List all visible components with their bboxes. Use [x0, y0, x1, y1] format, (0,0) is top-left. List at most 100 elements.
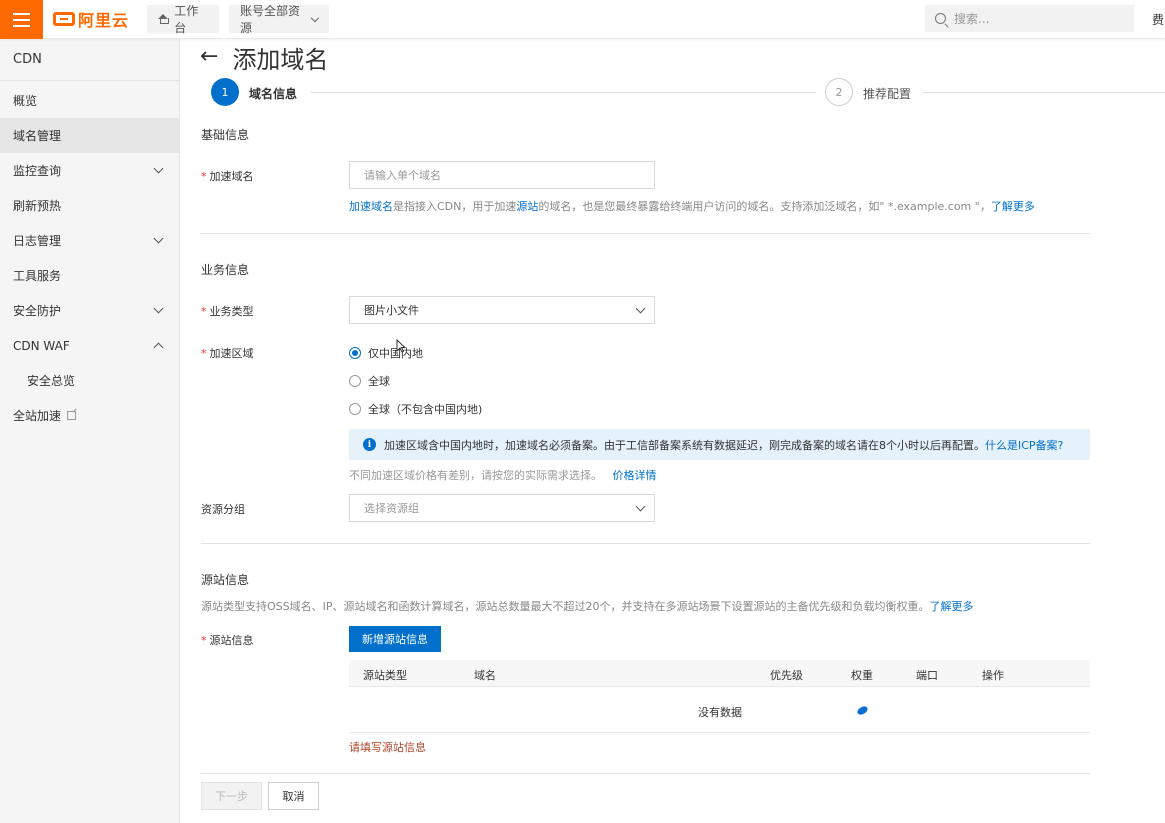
mouse-cursor-icon [396, 339, 406, 353]
chevron-down-icon [153, 233, 164, 244]
divider [201, 543, 1090, 544]
chevron-down-icon [153, 303, 164, 314]
col-priority: 优先级 [770, 669, 803, 682]
col-weight: 权重 [851, 669, 873, 682]
empty-text: 没有数据 [698, 706, 742, 719]
chevron-down-icon [311, 13, 320, 22]
domain-input[interactable]: 请输入单个域名 [349, 161, 655, 189]
aliyun-logo[interactable]: 阿里云 [53, 8, 129, 30]
step-2-circle: 2 [825, 78, 853, 106]
sidebar-item-label: 域名管理 [13, 129, 62, 143]
col-actions: 操作 [982, 669, 1004, 682]
sidebar-item-overview[interactable]: 概览 [0, 83, 179, 118]
resource-group-placeholder: 选择资源组 [364, 502, 419, 515]
col-port: 端口 [916, 669, 938, 682]
sidebar-item-security[interactable]: 安全防护 [0, 293, 179, 328]
business-type-label: * 业务类型 [201, 305, 254, 318]
radio-unchecked-icon [349, 403, 361, 415]
resource-selector[interactable]: 账号全部资源 [229, 4, 329, 35]
search-input[interactable]: 搜索... [925, 5, 1134, 32]
radio-label: 全球（不包含中国内地) [368, 403, 483, 416]
logo-mark-icon [53, 12, 75, 26]
origin-desc: 源站类型支持OSS域名、IP、源站域名和函数计算域名，源站总数量最大不超过20个… [201, 600, 974, 613]
user-menu[interactable]: 费 [1152, 11, 1164, 28]
sidebar-item-refresh[interactable]: 刷新预热 [0, 188, 179, 223]
sidebar-title: CDN [0, 39, 179, 81]
section-title-business: 业务信息 [201, 263, 250, 277]
next-button[interactable]: 下一步 [201, 782, 262, 810]
logo-text: 阿里云 [78, 11, 130, 30]
region-radio-global-excl[interactable]: 全球（不包含中国内地) [349, 401, 482, 417]
main-content: ← 添加域名 1 域名信息 2 推荐配置 基础信息 * 加速域名 请输入单个域名 … [180, 39, 1165, 823]
search-placeholder: 搜索... [954, 12, 990, 26]
origin-error-text: 请填写源站信息 [349, 741, 426, 754]
sidebar-item-label: 安全防护 [13, 304, 62, 318]
step-indicator: 1 域名信息 2 推荐配置 [211, 78, 1165, 108]
sidebar-item-label: 安全总览 [27, 374, 76, 388]
sidebar-item-domains[interactable]: 域名管理 [0, 118, 179, 153]
chevron-up-icon [153, 342, 164, 353]
resource-group-select[interactable]: 选择资源组 [349, 494, 655, 522]
origin-table: 源站类型 域名 优先级 权重 端口 操作 没有数据 [349, 660, 1090, 733]
sidebar: CDN 概览 域名管理 监控查询 刷新预热 日志管理 工具服务 安全防护 CDN… [0, 39, 180, 823]
col-domain: 域名 [474, 669, 496, 682]
learn-more-link[interactable]: 了解更多 [991, 200, 1035, 213]
sidebar-item-tools[interactable]: 工具服务 [0, 258, 179, 293]
origin-learn-more-link[interactable]: 了解更多 [930, 600, 974, 613]
chevron-down-icon [153, 163, 164, 174]
sidebar-item-cdn-waf[interactable]: CDN WAF [0, 328, 179, 363]
step-1-label: 域名信息 [249, 87, 298, 101]
top-bar: 阿里云 工作台 账号全部资源 搜索... 费 [0, 0, 1165, 39]
step-connector [311, 92, 816, 93]
price-help: 不同加速区域价格有差别，请按您的实际需求选择。 价格详情 [349, 469, 657, 482]
page-title: 添加域名 [232, 45, 329, 74]
cancel-button[interactable]: 取消 [268, 782, 319, 810]
icp-link[interactable]: 什么是ICP备案? [985, 439, 1063, 452]
sidebar-item-logs[interactable]: 日志管理 [0, 223, 179, 258]
step-2-label: 推荐配置 [863, 87, 912, 101]
table-body: 没有数据 [349, 687, 1090, 733]
sidebar-item-label: CDN WAF [13, 338, 70, 353]
section-title-basic: 基础信息 [201, 128, 250, 142]
radio-checked-icon [349, 347, 361, 359]
resource-label: 账号全部资源 [240, 4, 301, 35]
section-title-origin: 源站信息 [201, 573, 250, 587]
sidebar-item-monitoring[interactable]: 监控查询 [0, 153, 179, 188]
info-icon: i [363, 438, 376, 451]
domain-help-link[interactable]: 加速域名 [349, 200, 393, 213]
business-type-select[interactable]: 图片小文件 [349, 296, 655, 324]
loading-icon [855, 704, 870, 717]
region-field-label: * 加速区域 [201, 347, 254, 360]
add-origin-button[interactable]: 新增源站信息 [349, 626, 441, 652]
region-radio-global[interactable]: 全球 [349, 373, 390, 389]
chevron-down-icon [635, 501, 646, 511]
search-icon [935, 13, 946, 24]
origin-help-link[interactable]: 源站 [516, 200, 538, 213]
step-connector [923, 92, 1165, 93]
step-1-circle: 1 [211, 78, 239, 106]
workbench-button[interactable]: 工作台 [147, 4, 219, 35]
region-radio-mainland[interactable]: 仅中国内地 [349, 345, 423, 361]
domain-help-text: 加速域名是指接入CDN，用于加速源站的域名，也是您最终暴露给终端用户访问的域名。… [349, 200, 1035, 213]
sidebar-item-security-overview[interactable]: 安全总览 [0, 363, 179, 398]
radio-label: 全球 [368, 375, 390, 388]
col-origin-type: 源站类型 [363, 669, 407, 682]
sidebar-item-label: 全站加速 [13, 409, 62, 423]
price-details-link[interactable]: 价格详情 [613, 469, 657, 482]
resource-group-label: 资源分组 [201, 503, 245, 516]
menu-icon[interactable] [0, 0, 43, 39]
chevron-down-icon [635, 303, 646, 313]
business-type-value: 图片小文件 [364, 304, 419, 317]
sidebar-item-label: 概览 [13, 94, 38, 108]
notice-text: 加速区域含中国内地时，加速域名必须备案。由于工信部备案系统有数据延迟，刚完成备案… [384, 438, 985, 452]
domain-input-placeholder: 请输入单个域名 [364, 169, 441, 182]
back-arrow-icon[interactable]: ← [200, 46, 218, 68]
domain-field-label: * 加速域名 [201, 170, 254, 183]
sidebar-item-label: 日志管理 [13, 234, 62, 248]
divider [201, 773, 1090, 774]
workbench-label: 工作台 [174, 4, 199, 35]
sidebar-item-dcdn[interactable]: 全站加速 [0, 398, 179, 433]
origin-field-label: * 源站信息 [201, 634, 254, 647]
sidebar-item-label: 工具服务 [13, 269, 62, 283]
sidebar-item-label: 刷新预热 [13, 199, 62, 213]
